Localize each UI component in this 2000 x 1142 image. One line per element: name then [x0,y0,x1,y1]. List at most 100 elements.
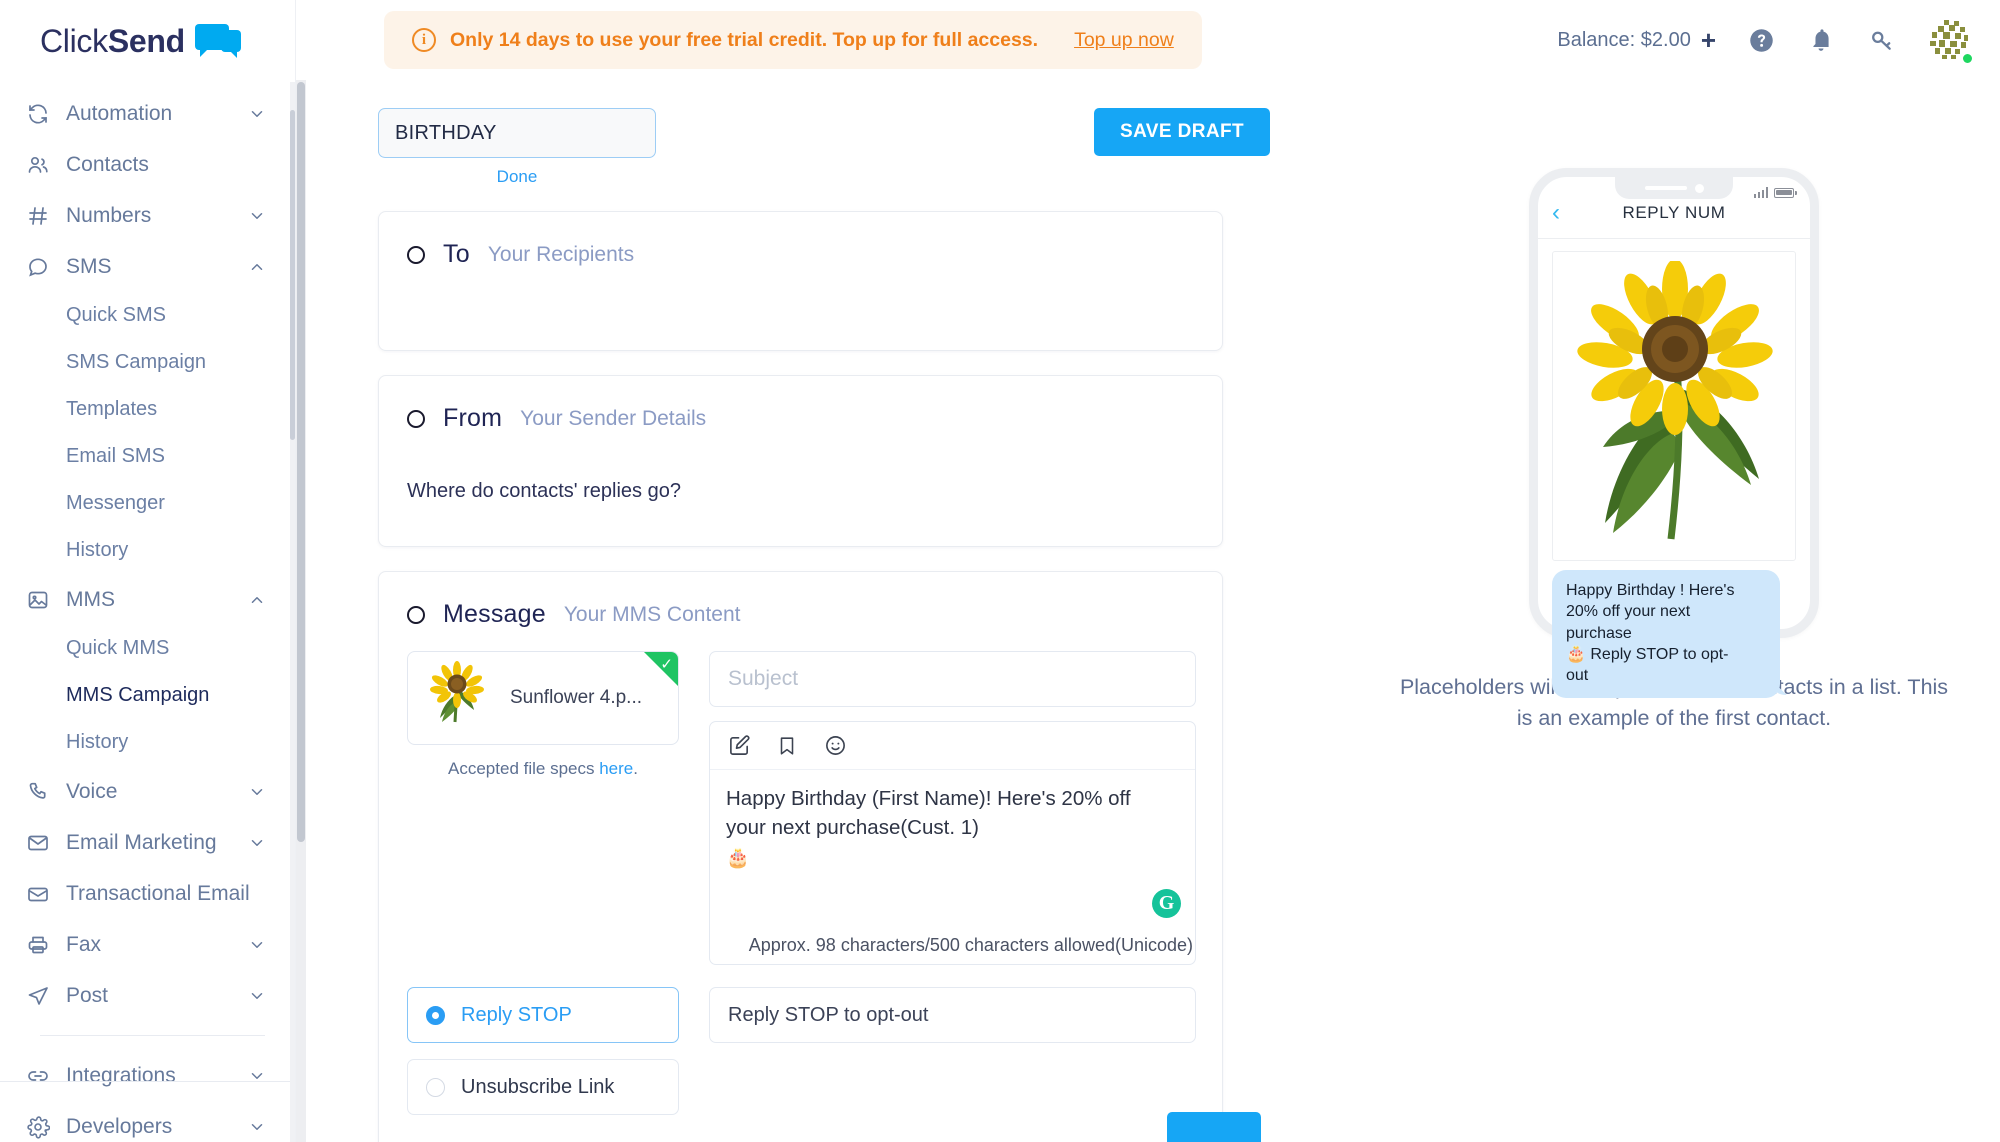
sidebar-item-mms-history[interactable]: History [0,719,295,766]
bubble-line-5: out [1566,667,1589,685]
bubble-line-3: purchase [1566,624,1632,642]
sidebar-item-integrations[interactable]: Integrations [0,1050,295,1101]
radio-reply-stop[interactable]: Reply STOP [407,987,679,1043]
file-specs-period: . [633,759,638,778]
chevron-down-icon [247,206,267,226]
sub-item-label: Messenger [66,492,165,514]
sidebar-item-mms[interactable]: MMS [0,574,295,625]
sidebar-item-templates[interactable]: Templates [0,386,295,433]
compose-column: Subject Happy Birthday (First Name)! Her… [709,651,1196,965]
content-scrollbar-thumb[interactable] [297,82,305,842]
sub-item-label: History [66,731,129,753]
message-text-content[interactable]: Happy Birthday (First Name)! Here's 20% … [710,770,1195,873]
character-count: Approx. 98 characters/500 characters all… [748,935,1193,955]
chevron-down-icon [247,782,267,802]
uploaded-file-card[interactable]: ✓ Sunflower 4.p... [407,651,679,745]
campaign-name-row: BIRTHDAY Done SAVE DRAFT [378,108,1348,187]
sidebar-item-email-marketing[interactable]: Email Marketing [0,817,295,868]
bookmark-icon[interactable] [774,733,800,759]
phone-conversation-title: REPLY NUM [1622,202,1726,222]
subject-input[interactable]: Subject [709,651,1196,707]
sidebar-item-developers[interactable]: Developers [0,1101,295,1142]
preview-message-bubble: Happy Birthday ! Here's 20% off your nex… [1552,570,1780,699]
message-editor[interactable]: Happy Birthday (First Name)! Here's 20% … [709,721,1196,965]
sidebar-item-label: Numbers [66,203,152,227]
save-draft-button[interactable]: SAVE DRAFT [1094,108,1270,156]
next-button[interactable] [1167,1112,1261,1142]
phone-frame: ‹ REPLY NUM Happy Birthday ! Here's 20% … [1529,168,1819,699]
sidebar-item-messenger[interactable]: Messenger [0,480,295,527]
sidebar-bottom-divider [0,1081,295,1082]
sidebar-item-voice[interactable]: Voice [0,766,295,817]
sidebar-item-fax[interactable]: Fax [0,919,295,970]
message-line-1: Happy Birthday (First Name)! Here's 20% … [726,787,1131,810]
file-specs-note: Accepted file specs here. [407,759,679,779]
sidebar-item-transactional-email[interactable]: Transactional Email [0,868,295,919]
campaign-name-input[interactable]: BIRTHDAY [378,108,656,158]
sub-item-label: History [66,539,129,561]
chevron-up-icon [247,257,267,277]
message-subtitle: Your MMS Content [563,602,741,626]
chevron-up-icon [247,590,267,610]
sidebar-item-automation[interactable]: Automation [0,88,295,139]
done-link[interactable]: Done [378,167,656,187]
file-specs-link[interactable]: here [599,759,633,778]
optout-text-input[interactable]: Reply STOP to opt-out [709,987,1196,1043]
top-up-now-link[interactable]: Top up now [1074,29,1174,52]
check-icon: ✓ [660,656,673,673]
sidebar-item-sms[interactable]: SMS [0,241,295,292]
balance-display[interactable]: Balance: $2.00 + [1557,27,1716,53]
trial-banner-text: Only 14 days to use your free trial cred… [450,28,1039,51]
sub-item-label: SMS Campaign [66,351,207,373]
sidebar-item-email-sms[interactable]: Email SMS [0,433,295,480]
image-icon [24,586,52,614]
from-section-card[interactable]: From Your Sender Details Where do contac… [378,375,1223,547]
no-chevron [250,884,270,904]
sidebar-item-contacts[interactable]: Contacts [0,139,295,190]
sidebar-item-mms-campaign[interactable]: MMS Campaign [0,672,295,719]
balance-label: Balance: $2.00 [1557,28,1691,51]
chevron-down-icon [247,935,267,955]
bell-icon[interactable] [1806,25,1836,55]
message-title: Message [443,600,546,628]
file-specs-text: Accepted file specs [448,759,600,778]
sidebar-item-label: Voice [66,779,118,803]
sidebar-item-quick-sms[interactable]: Quick SMS [0,292,295,339]
sidebar-item-label: Contacts [66,152,149,176]
sidebar-item-label: Automation [66,101,173,125]
avatar[interactable] [1926,17,1974,65]
sidebar-item-quick-mms[interactable]: Quick MMS [0,625,295,672]
to-section-card[interactable]: To Your Recipients [378,211,1223,351]
no-chevron [247,155,267,175]
sidebar-item-sms-campaign[interactable]: SMS Campaign [0,339,295,386]
grammarly-icon[interactable]: G [1152,889,1181,918]
help-circle-icon[interactable] [1746,25,1776,55]
step-dot-from-icon [407,409,425,428]
sidebar-item-sms-history[interactable]: History [0,527,295,574]
chevron-left-icon[interactable]: ‹ [1552,200,1560,225]
file-thumbnail-sunflower [424,660,496,737]
compose-icon[interactable] [726,733,752,759]
emoji-icon[interactable] [822,733,848,759]
sidebar-scrollbar-thumb[interactable] [290,110,295,440]
optout-text-value: Reply STOP to opt-out [728,1003,929,1026]
chat-bubble-icon [24,253,52,281]
clicksend-logo[interactable]: ClickSend [0,0,295,82]
preview-column: ‹ REPLY NUM Happy Birthday ! Here's 20% … [1348,80,2000,1142]
add-credit-icon[interactable]: + [1701,27,1716,53]
radio-unsubscribe-link[interactable]: Unsubscribe Link [407,1059,679,1115]
bubble-line-4: Reply STOP to opt- [1585,645,1729,663]
topbar-actions: Balance: $2.00 + [1557,17,1974,65]
phone-conversation-body: Happy Birthday ! Here's 20% off your nex… [1538,239,1810,699]
sidebar-item-post[interactable]: Post [0,970,295,1021]
key-icon[interactable] [1866,25,1896,55]
info-icon: i [412,28,436,52]
sub-item-label: Quick MMS [66,637,170,659]
sidebar-divider [40,1035,265,1036]
file-upload-column: ✓ Sunflower 4.p... Accepted file specs h… [407,651,679,965]
bubble-line-2: 20% off your next [1566,603,1691,621]
sidebar-item-label: SMS [66,254,112,278]
chevron-down-icon [247,833,267,853]
sidebar-item-numbers[interactable]: Numbers [0,190,295,241]
editor-toolbar [710,722,1195,770]
